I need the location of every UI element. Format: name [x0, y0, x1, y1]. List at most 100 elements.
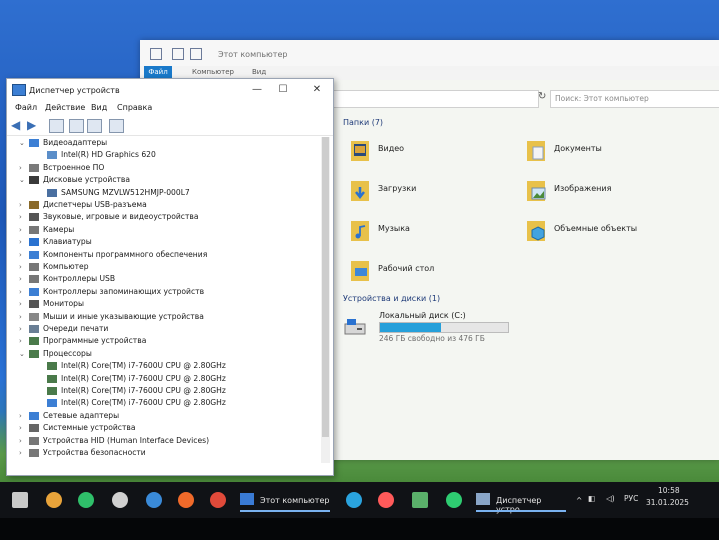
- device-label: SAMSUNG MZVLW512HMJP-000L7: [61, 187, 190, 197]
- help-toolbar-icon[interactable]: [69, 119, 84, 133]
- clock-time[interactable]: 10:58: [658, 486, 680, 495]
- taskbar-device-manager-button[interactable]: Диспетчер устро...: [476, 488, 566, 514]
- device-label: Очереди печати: [43, 324, 109, 333]
- music-folder-icon: [351, 221, 369, 241]
- device-icon: [29, 176, 39, 185]
- collapse-chevron-icon[interactable]: ⌄: [19, 174, 27, 186]
- device-tree[interactable]: ⌄ Видеоадаптеры Intel(R) HD Graphics 620 › В…: [19, 137, 321, 463]
- task-view-icon[interactable]: [12, 492, 28, 508]
- expand-chevron-icon[interactable]: ›: [19, 422, 27, 434]
- search-input[interactable]: Поиск: Этот компьютер: [550, 90, 719, 108]
- menu-action[interactable]: Действие: [45, 103, 85, 112]
- drive-free-space: 246 ГБ свободно из 476 ГБ: [379, 334, 485, 343]
- drive-label: Локальный диск (C:): [379, 311, 466, 320]
- expand-chevron-icon[interactable]: ›: [19, 236, 27, 248]
- expand-chevron-icon[interactable]: ›: [19, 162, 27, 174]
- ribbon-tab-view[interactable]: Вид: [252, 68, 266, 76]
- telegram-icon[interactable]: [346, 492, 362, 508]
- tray-volume-icon[interactable]: ◁): [606, 494, 615, 503]
- collapse-chevron-icon[interactable]: ⌄: [19, 137, 27, 149]
- quick-access-folder-icon[interactable]: [190, 48, 202, 60]
- firefox-icon[interactable]: [178, 492, 194, 508]
- folder-documents[interactable]: Документы: [526, 138, 706, 164]
- back-arrow-icon[interactable]: ◀: [11, 119, 24, 131]
- device-icon: [29, 436, 39, 445]
- ribbon-tab-computer[interactable]: Компьютер: [192, 68, 234, 76]
- drive-c[interactable]: Локальный диск (C:) 246 ГБ свободно из 4…: [343, 310, 523, 360]
- vertical-scrollbar[interactable]: [321, 137, 330, 463]
- expand-chevron-icon[interactable]: ›: [19, 447, 27, 459]
- quick-access-properties-icon[interactable]: [150, 48, 162, 60]
- device-label: Intel(R) Core(TM) i7-7600U CPU @ 2.80GHz: [61, 386, 226, 395]
- address-bar-area: ↻ Поиск: Этот компьютер: [332, 90, 719, 108]
- update-driver-toolbar-icon[interactable]: [87, 119, 102, 133]
- device-label: Intel(R) Core(TM) i7-7600U CPU @ 2.80GHz: [61, 398, 226, 408]
- device-manager-title-bar[interactable]: Диспетчер устройств — ☐ ✕: [7, 79, 333, 101]
- chrome-icon[interactable]: [210, 492, 226, 508]
- local-disk-icon: [344, 319, 366, 335]
- taskbar-explorer-button[interactable]: Этот компьютер: [240, 488, 330, 512]
- folder-video[interactable]: Видео: [350, 138, 530, 164]
- menu-view[interactable]: Вид: [91, 103, 107, 112]
- clock-date[interactable]: 31.01.2025: [646, 498, 689, 507]
- properties-toolbar-icon[interactable]: [49, 119, 64, 133]
- expand-chevron-icon[interactable]: ›: [19, 273, 27, 285]
- expand-chevron-icon[interactable]: ›: [19, 311, 27, 323]
- scan-hardware-toolbar-icon[interactable]: [109, 119, 124, 133]
- forward-arrow-icon[interactable]: ▶: [27, 119, 40, 131]
- address-field[interactable]: [332, 90, 539, 108]
- device-manager-window[interactable]: Диспетчер устройств — ☐ ✕ Файл Действие …: [6, 78, 334, 476]
- device-icon: [29, 250, 39, 259]
- device-icon: [29, 139, 39, 147]
- expand-chevron-icon[interactable]: ›: [19, 261, 27, 273]
- folder-3d-objects[interactable]: Объемные объекты: [526, 218, 706, 244]
- device-icon: [29, 411, 39, 420]
- device-label: Контроллеры запоминающих устройств: [43, 286, 205, 296]
- drives-section-header[interactable]: Устройства и диски (1): [343, 294, 440, 303]
- expand-chevron-icon[interactable]: ›: [19, 249, 27, 261]
- expand-chevron-icon[interactable]: ›: [19, 199, 27, 211]
- expand-chevron-icon[interactable]: ›: [19, 410, 27, 422]
- whatsapp-icon[interactable]: [446, 492, 462, 508]
- folder-music[interactable]: Музыка: [350, 218, 530, 244]
- tray-chevron-icon[interactable]: ^: [576, 496, 582, 505]
- device-icon: [29, 312, 39, 321]
- device-icon: [29, 263, 39, 271]
- quick-access-checkmark-icon[interactable]: [172, 48, 184, 60]
- collapse-chevron-icon[interactable]: ⌄: [19, 348, 27, 360]
- explorer-taskbar-icon: [240, 493, 254, 505]
- app-icon-3[interactable]: [112, 492, 128, 508]
- device-label: Мыши и иные указывающие устройства: [43, 311, 204, 321]
- expand-chevron-icon[interactable]: ›: [19, 224, 27, 236]
- menu-file[interactable]: Файл: [15, 103, 37, 112]
- expand-chevron-icon[interactable]: ›: [19, 335, 27, 347]
- refresh-icon[interactable]: ↻: [538, 92, 548, 102]
- folder-desktop[interactable]: Рабочий стол: [350, 258, 530, 284]
- tray-network-icon[interactable]: ◧: [588, 494, 595, 503]
- expand-chevron-icon[interactable]: ›: [19, 298, 27, 310]
- yandex-browser-icon[interactable]: [378, 492, 394, 508]
- app-icon-4[interactable]: [146, 492, 162, 508]
- expand-chevron-icon[interactable]: ›: [19, 435, 27, 447]
- minimize-button[interactable]: —: [243, 81, 271, 99]
- folder-pictures[interactable]: Изображения: [526, 178, 706, 204]
- close-button[interactable]: ✕: [303, 81, 331, 99]
- explorer-title-bar[interactable]: Этот компьютер: [140, 40, 719, 67]
- menu-help[interactable]: Справка: [117, 103, 152, 112]
- device-icon: [29, 325, 39, 333]
- app-icon-1[interactable]: [46, 492, 62, 508]
- app-icon-5[interactable]: [412, 492, 428, 508]
- language-indicator[interactable]: РУС: [624, 494, 638, 503]
- expand-chevron-icon[interactable]: ›: [19, 286, 27, 298]
- folders-section-header[interactable]: Папки (7): [343, 118, 383, 127]
- folder-downloads[interactable]: Загрузки: [350, 178, 530, 204]
- maximize-button[interactable]: ☐: [269, 81, 297, 99]
- device-label: Компоненты программного обеспечения: [43, 249, 208, 259]
- app-icon-2[interactable]: [78, 492, 94, 508]
- expand-chevron-icon[interactable]: ›: [19, 211, 27, 223]
- device-label: Системные устройства: [43, 423, 136, 433]
- scrollbar-thumb[interactable]: [322, 137, 329, 437]
- expand-chevron-icon[interactable]: ›: [19, 323, 27, 335]
- folder-label: Видео: [378, 144, 405, 153]
- folder-label: Музыка: [378, 224, 410, 233]
